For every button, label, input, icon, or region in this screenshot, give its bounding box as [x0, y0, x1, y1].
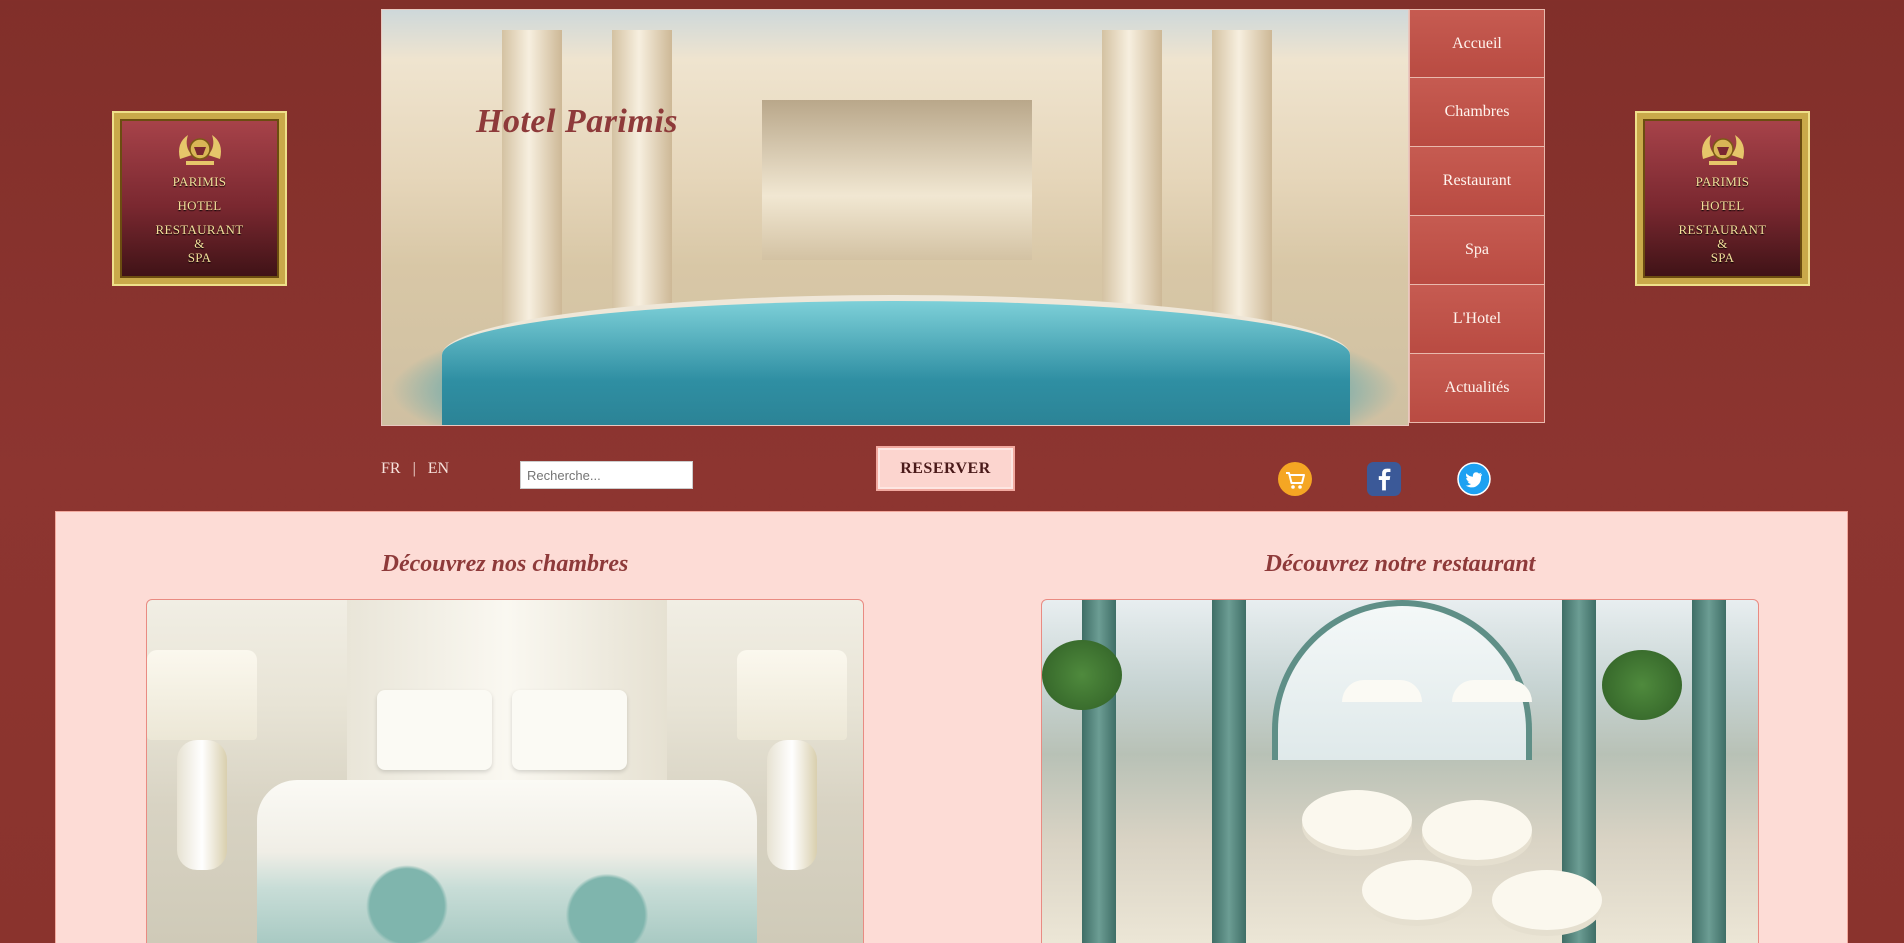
photo-table [1302, 790, 1412, 850]
rooms-section: Découvrez nos chambres [146, 512, 864, 943]
logo-line-restaurant: RESTAURANT [1678, 222, 1767, 237]
logo-line-hotel: HOTEL [1700, 198, 1745, 213]
lang-en-link[interactable]: EN [428, 460, 449, 477]
hero-banner-pool: Hotel Parimis [381, 9, 1409, 426]
hotel-logo-left: PARIMIS HOTEL RESTAURANT & SPA [114, 113, 285, 284]
photo-pillow [512, 690, 627, 770]
logo-line-restaurant: RESTAURANT [155, 222, 244, 237]
nav-item-restaurant[interactable]: Restaurant [1409, 147, 1545, 216]
nav-item-chambres[interactable]: Chambres [1409, 78, 1545, 147]
site-title: Hotel Parimis [476, 103, 678, 140]
cart-icon[interactable] [1277, 461, 1313, 497]
photo-lamp-base [177, 740, 227, 870]
photo-plant [1602, 650, 1682, 720]
photo-table [1492, 870, 1602, 930]
main-nav: Accueil Chambres Restaurant Spa L'Hotel … [1409, 9, 1545, 423]
content-panel: Découvrez nos chambres Découvrez notre r… [55, 511, 1848, 943]
photo-pillar [1692, 600, 1726, 943]
logo-line-amp: & [1717, 236, 1728, 251]
nav-item-spa[interactable]: Spa [1409, 216, 1545, 285]
photo-umbrella [1342, 680, 1422, 702]
rooms-heading: Découvrez nos chambres [381, 551, 629, 577]
nav-item-actualites[interactable]: Actualités [1409, 354, 1545, 423]
logo-line-hotel: HOTEL [177, 198, 222, 213]
logo-line-spa: SPA [187, 250, 212, 265]
photo-lamp [147, 650, 257, 740]
twitter-icon[interactable] [1456, 461, 1492, 497]
logo-line-name: PARIMIS [1695, 174, 1750, 189]
lang-separator: | [412, 460, 416, 477]
nav-item-accueil[interactable]: Accueil [1409, 9, 1545, 78]
logo-line-spa: SPA [1710, 250, 1735, 265]
banner-pool [442, 295, 1350, 425]
lang-fr-link[interactable]: FR [381, 460, 401, 477]
photo-table [1362, 860, 1472, 920]
restaurant-section: Découvrez notre restaurant [1041, 512, 1759, 943]
laurel-crest-icon [178, 135, 221, 165]
photo-pillow [377, 690, 492, 770]
hotel-logo-right: PARIMIS HOTEL RESTAURANT & SPA [1637, 113, 1808, 284]
restaurant-heading: Découvrez notre restaurant [1264, 551, 1536, 577]
logo-line-name: PARIMIS [172, 174, 227, 189]
facebook-icon[interactable] [1366, 461, 1402, 497]
photo-pillar [1212, 600, 1246, 943]
photo-table [1422, 800, 1532, 860]
photo-umbrella [1452, 680, 1532, 702]
photo-plant [1042, 640, 1122, 710]
language-switcher: FR | EN [381, 460, 457, 478]
photo-bed [257, 780, 757, 943]
search-input[interactable] [520, 461, 693, 489]
laurel-crest-icon [1701, 135, 1744, 165]
logo-line-amp: & [194, 236, 205, 251]
nav-item-hotel[interactable]: L'Hotel [1409, 285, 1545, 354]
rooms-photo[interactable] [146, 599, 864, 943]
photo-lamp-base [767, 740, 817, 870]
reserve-button[interactable]: RESERVER [876, 446, 1015, 491]
photo-lamp [737, 650, 847, 740]
banner-staircase [762, 100, 1032, 260]
restaurant-photo[interactable] [1041, 599, 1759, 943]
